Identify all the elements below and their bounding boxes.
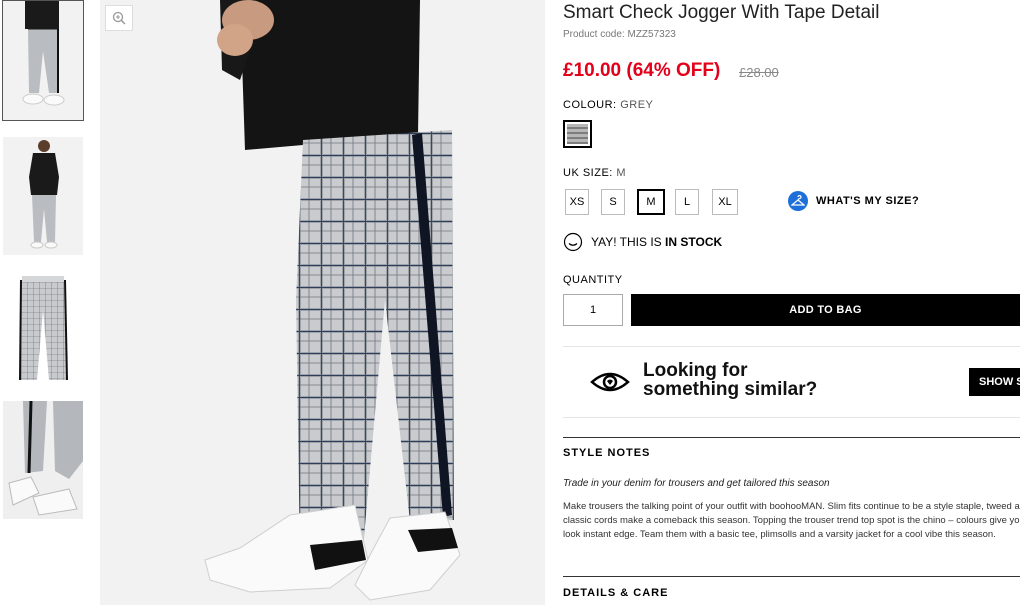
thumbnail-detail-image bbox=[3, 401, 83, 519]
colour-label: COLOUR: GREY bbox=[563, 99, 653, 111]
swatch-fill bbox=[567, 124, 588, 144]
size-option-l[interactable]: L bbox=[675, 189, 699, 215]
eye-icon bbox=[590, 372, 630, 392]
hanger-icon bbox=[788, 191, 808, 211]
similar-line-2: something similar? bbox=[643, 379, 818, 400]
model-photo bbox=[100, 0, 545, 605]
thumbnail-front[interactable] bbox=[2, 0, 84, 121]
quantity-label: QUANTITY bbox=[563, 274, 623, 286]
style-notes-divider bbox=[563, 437, 1020, 438]
stock-status-text: IN STOCK bbox=[665, 235, 723, 249]
details-care-heading[interactable]: DETAILS & CARE bbox=[563, 587, 668, 599]
thumbnail-back[interactable] bbox=[3, 137, 83, 255]
show-similar-button[interactable]: SHOW S bbox=[969, 368, 1020, 396]
smiley-icon bbox=[563, 232, 583, 252]
similar-line-1: Looking for bbox=[643, 360, 748, 381]
whats-my-size-label: WHAT'S MY SIZE? bbox=[816, 195, 920, 207]
main-product-image[interactable] bbox=[100, 0, 545, 605]
details-divider bbox=[563, 576, 1020, 577]
stock-prefix: YAY! THIS IS bbox=[591, 235, 662, 249]
size-value: M bbox=[616, 167, 627, 179]
product-title: Smart Check Jogger With Tape Detail bbox=[563, 2, 880, 23]
original-price: £28.00 bbox=[739, 65, 779, 80]
colour-swatch-grey[interactable] bbox=[563, 120, 592, 148]
thumbnail-gallery bbox=[0, 0, 90, 605]
thumbnail-flat-image bbox=[3, 270, 83, 386]
size-option-m[interactable]: M bbox=[637, 189, 665, 215]
product-code: Product code: MZZ57323 bbox=[563, 29, 676, 40]
thumbnail-detail[interactable] bbox=[3, 401, 83, 519]
thumbnail-flat[interactable] bbox=[3, 270, 83, 386]
zoom-button[interactable] bbox=[105, 5, 133, 31]
colour-value: GREY bbox=[620, 99, 654, 111]
size-option-s[interactable]: S bbox=[601, 189, 625, 215]
colour-label-text: COLOUR: bbox=[563, 99, 617, 111]
stock-status: YAY! THIS IS IN STOCK bbox=[563, 232, 722, 252]
add-to-bag-button[interactable]: ADD TO BAG bbox=[631, 294, 1020, 326]
thumbnail-back-image bbox=[3, 137, 83, 255]
thumbnail-front-image bbox=[3, 1, 83, 120]
sale-price: £10.00 (64% OFF) bbox=[563, 60, 721, 81]
style-notes-body: Make trousers the talking point of your … bbox=[563, 501, 1020, 540]
zoom-in-icon bbox=[112, 11, 126, 25]
style-notes-heading[interactable]: STYLE NOTES bbox=[563, 447, 650, 459]
similar-heading: Looking for something similar? bbox=[643, 361, 817, 399]
size-option-xl[interactable]: XL bbox=[712, 189, 738, 215]
similar-items-banner: Looking for something similar? SHOW S bbox=[563, 346, 1020, 418]
size-option-xs[interactable]: XS bbox=[565, 189, 589, 215]
style-notes-tagline: Trade in your denim for trousers and get… bbox=[563, 478, 830, 489]
size-label-text: UK SIZE: bbox=[563, 167, 613, 179]
product-info-panel: Smart Check Jogger With Tape Detail Prod… bbox=[563, 0, 1020, 605]
quantity-input[interactable]: 1 bbox=[563, 294, 623, 326]
size-label: UK SIZE: M bbox=[563, 167, 626, 179]
whats-my-size-link[interactable]: WHAT'S MY SIZE? bbox=[788, 191, 919, 211]
